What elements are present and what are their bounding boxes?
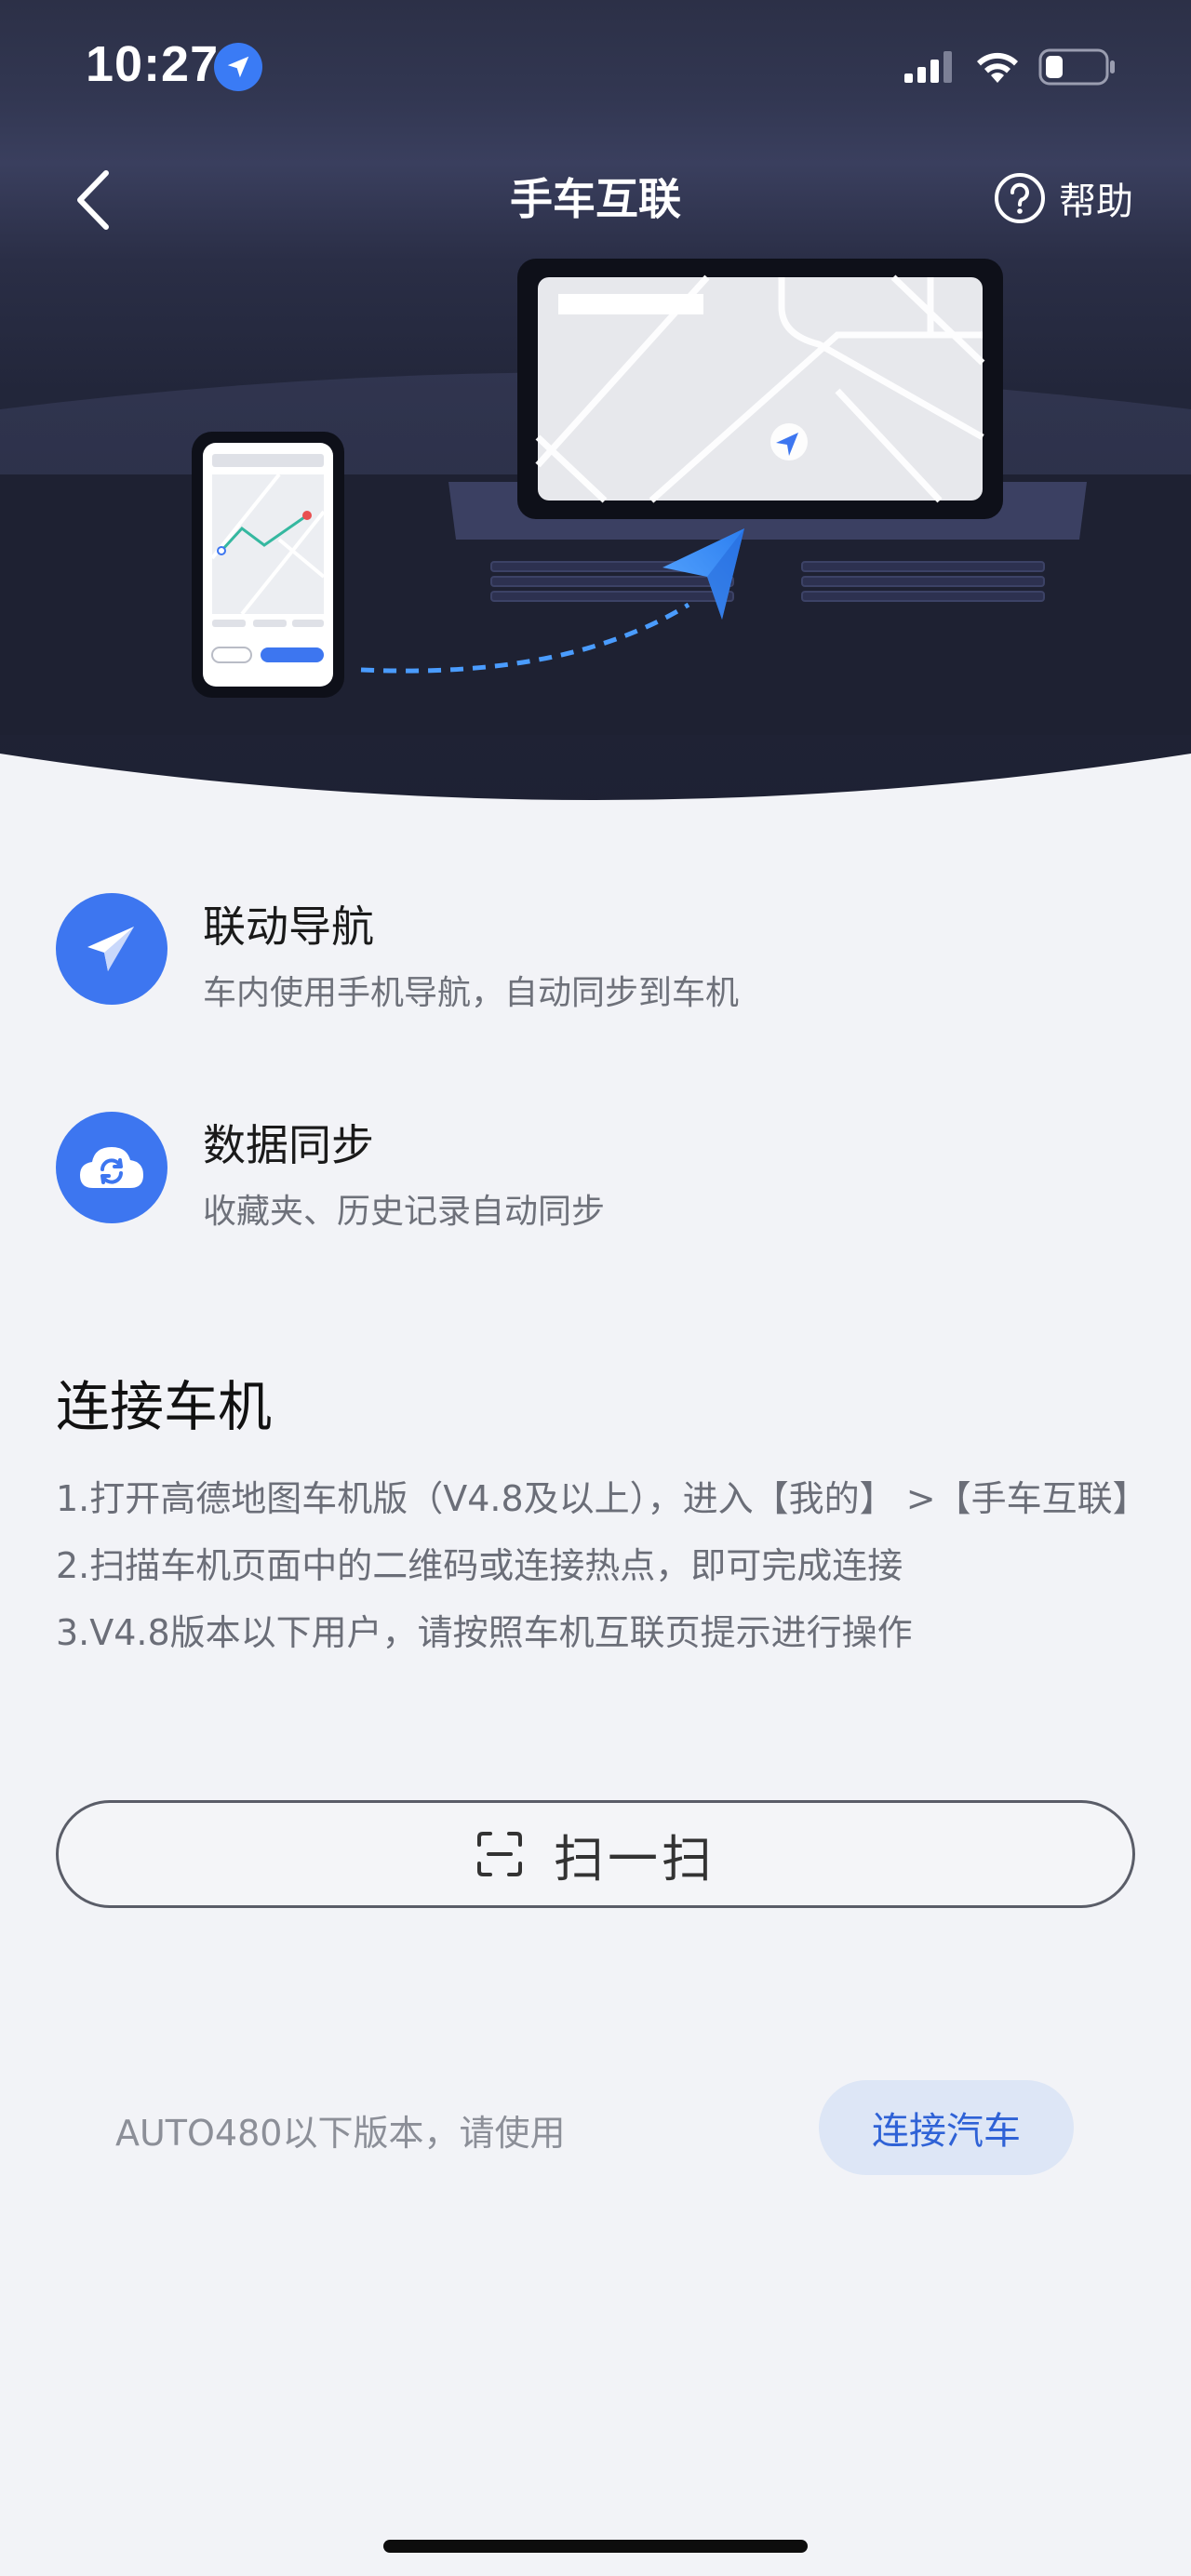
question-circle-icon xyxy=(995,173,1045,223)
step-item: 1.打开高德地图车机版（V4.8及以上），进入【我的】 >【手车互联】 xyxy=(56,1478,1148,1519)
scan-button-label: 扫一扫 xyxy=(554,1829,716,1889)
feature-title: 数据同步 xyxy=(203,1120,374,1170)
location-arrow-icon xyxy=(214,43,262,91)
scan-button[interactable]: 扫一扫 xyxy=(56,1800,1135,1908)
legacy-version-text: AUTO480以下版本，请使用 xyxy=(115,2113,566,2154)
nav-bar: 手车互联 帮助 xyxy=(0,149,1191,251)
connect-car-button[interactable]: 连接汽车 xyxy=(819,2080,1074,2175)
help-label: 帮助 xyxy=(1059,180,1133,223)
paper-plane-icon xyxy=(56,893,167,1005)
cloud-sync-icon xyxy=(56,1112,167,1223)
home-indicator[interactable] xyxy=(383,2540,808,2553)
feature-description: 车内使用手机导航，自动同步到车机 xyxy=(203,974,740,1012)
hero-curve xyxy=(0,754,1191,819)
scan-icon xyxy=(477,1832,522,1876)
connect-steps: 1.打开高德地图车机版（V4.8及以上），进入【我的】 >【手车互联】 2.扫描… xyxy=(56,1465,1148,1666)
section-title-connect: 连接车机 xyxy=(56,1375,273,1438)
wifi-icon xyxy=(977,52,1018,83)
help-button[interactable]: 帮助 xyxy=(994,166,1133,231)
status-time: 10:27 xyxy=(86,36,220,92)
step-item: 3.V4.8版本以下用户，请按照车机互联页提示进行操作 xyxy=(56,1612,913,1653)
status-bar: 10:27 xyxy=(0,0,1191,130)
feature-description: 收藏夹、历史记录自动同步 xyxy=(203,1193,606,1231)
step-item: 2.扫描车机页面中的二维码或连接热点，即可完成连接 xyxy=(56,1545,903,1586)
connect-car-label: 连接汽车 xyxy=(872,2110,1021,2153)
feature-data-sync: 数据同步 收藏夹、历史记录自动同步 xyxy=(56,1112,1135,1233)
feature-linked-navigation: 联动导航 车内使用手机导航，自动同步到车机 xyxy=(56,893,1135,1014)
cellular-signal-icon xyxy=(904,51,952,83)
feature-title: 联动导航 xyxy=(203,901,374,952)
battery-icon xyxy=(1038,48,1115,86)
hero-banner: 10:27 手车互联 帮助 xyxy=(0,0,1191,819)
status-icons xyxy=(904,47,1117,87)
phone-to-car-illustration xyxy=(0,259,1191,735)
